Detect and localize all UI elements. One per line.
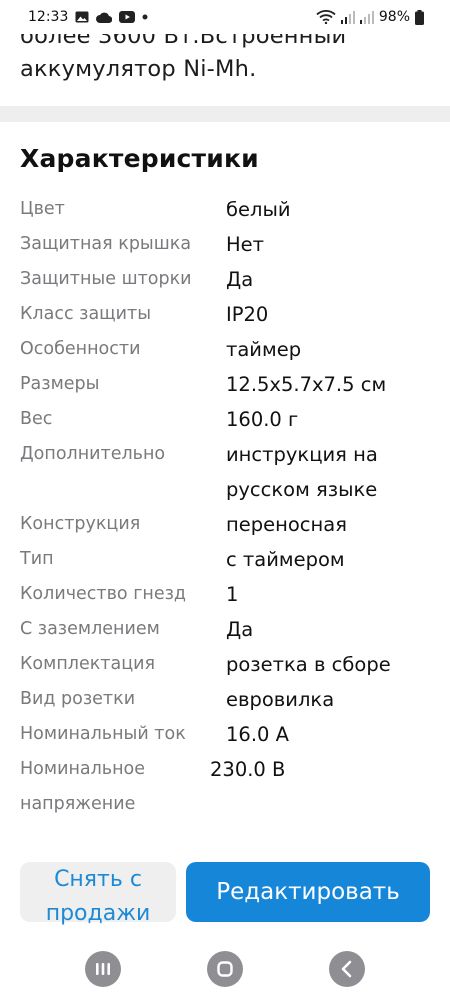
spec-row: Конструкция переносная — [20, 507, 430, 542]
characteristics-list: Цвет белый Защитная крышка Нет Защитные … — [20, 192, 430, 822]
wifi-icon — [316, 10, 336, 24]
action-bar: Снять с продажи Редактировать — [0, 862, 450, 938]
spec-value: Да — [226, 618, 254, 641]
characteristics-title: Характеристики — [20, 144, 259, 173]
spec-value: инструкция на русском языке — [226, 443, 378, 501]
spec-key: Вес — [20, 409, 53, 429]
spec-key: Количество гнезд — [20, 584, 187, 604]
spec-key: С заземлением — [20, 619, 160, 639]
spec-row: Номинальное напряжение 230.0 В — [20, 752, 430, 822]
spec-value: 230.0 В — [210, 758, 286, 781]
recents-icon[interactable] — [85, 951, 121, 987]
spec-value: таймер — [226, 338, 302, 361]
spec-value: 16.0 А — [226, 723, 289, 746]
section-divider — [0, 106, 450, 122]
spec-row: Размеры 12.5x5.7x7.5 см — [20, 367, 430, 402]
back-icon[interactable] — [329, 951, 365, 987]
remove-from-sale-button[interactable]: Снять с продажи — [20, 862, 176, 926]
spec-value: евровилка — [226, 688, 335, 711]
cloud-icon — [96, 12, 113, 23]
spec-row: Тип с таймером — [20, 542, 430, 577]
spec-key: Размеры — [20, 374, 100, 394]
spec-key: Комплектация — [20, 654, 156, 674]
spec-key: Тип — [20, 549, 54, 569]
spec-row: С заземлением Да — [20, 612, 430, 647]
spec-key: Вид розетки — [20, 689, 136, 709]
characteristics-section: Характеристики Цвет белый Защитная крышк… — [0, 122, 450, 822]
home-icon[interactable] — [207, 951, 243, 987]
spec-row: Номинальный ток 16.0 А — [20, 717, 430, 752]
battery-percent: 98% — [378, 9, 410, 25]
spec-row: Защитные шторки Да — [20, 262, 430, 297]
spec-row: Вид розетки евровилка — [20, 682, 430, 717]
spec-row: Комплектация розетка в сборе — [20, 647, 430, 682]
spec-row: Особенности таймер — [20, 332, 430, 367]
screen: более 3600 Вт.Встроенный аккумулятор Ni-… — [0, 0, 450, 1000]
youtube-icon — [119, 11, 136, 23]
spec-value: переносная — [226, 513, 347, 536]
spec-value: 12.5x5.7x7.5 см — [226, 373, 387, 396]
signal-icon — [340, 10, 355, 24]
battery-icon — [415, 9, 424, 25]
spec-value: 1 — [226, 583, 239, 606]
status-bar: 12:33 98% — [0, 0, 450, 34]
spec-key: Защитная крышка — [20, 234, 192, 254]
spec-row: Класс защиты IP20 — [20, 297, 430, 332]
spec-key: Дополнительно — [20, 444, 166, 464]
spec-key: Номинальный ток — [20, 724, 186, 744]
spec-key: Конструкция — [20, 514, 141, 534]
spec-key: Особенности — [20, 339, 141, 359]
spec-row: Защитная крышка Нет — [20, 227, 430, 262]
spec-key: Класс защиты — [20, 304, 152, 324]
spec-key: Цвет — [20, 199, 65, 219]
spec-value: 160.0 г — [226, 408, 299, 431]
spec-row: Вес 160.0 г — [20, 402, 430, 437]
edit-button[interactable]: Редактировать — [186, 862, 430, 922]
spec-row: Количество гнезд 1 — [20, 577, 430, 612]
spec-key: Номинальное напряжение — [20, 759, 146, 814]
spec-row: Дополнительно инструкция на русском язык… — [20, 437, 430, 507]
description-line-2: аккумулятор Ni-Mh. — [20, 56, 257, 82]
status-time: 12:33 — [28, 9, 69, 25]
spec-value: Нет — [226, 233, 265, 256]
spec-value: IP20 — [226, 303, 269, 326]
navigation-bar — [0, 938, 450, 1000]
spec-key: Защитные шторки — [20, 269, 192, 289]
spec-value: розетка в сборе — [226, 653, 391, 676]
spec-value: белый — [226, 198, 291, 221]
gallery-icon — [75, 11, 89, 23]
spec-value: Да — [226, 268, 254, 291]
spec-row: Цвет белый — [20, 192, 430, 227]
spec-value: с таймером — [226, 548, 345, 571]
signal-icon — [359, 10, 374, 24]
dot-icon — [142, 14, 148, 20]
